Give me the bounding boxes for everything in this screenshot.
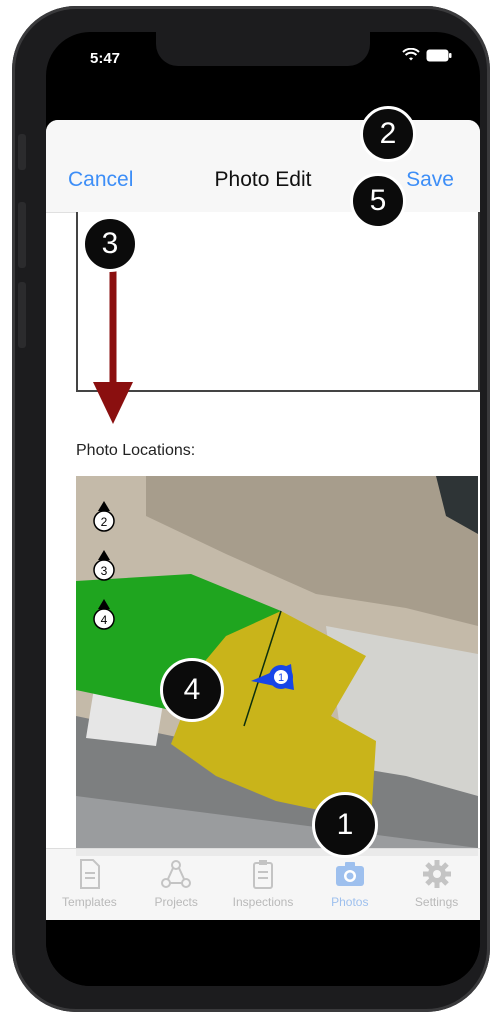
annotation-arrow [93,270,133,424]
callout-badge-5: 5 [350,173,406,229]
callout-badge-2: 2 [360,106,416,162]
callout-badge-3: 3 [82,216,138,272]
callout-badge-1: 1 [312,792,378,858]
callout-badge-4: 4 [160,658,224,722]
